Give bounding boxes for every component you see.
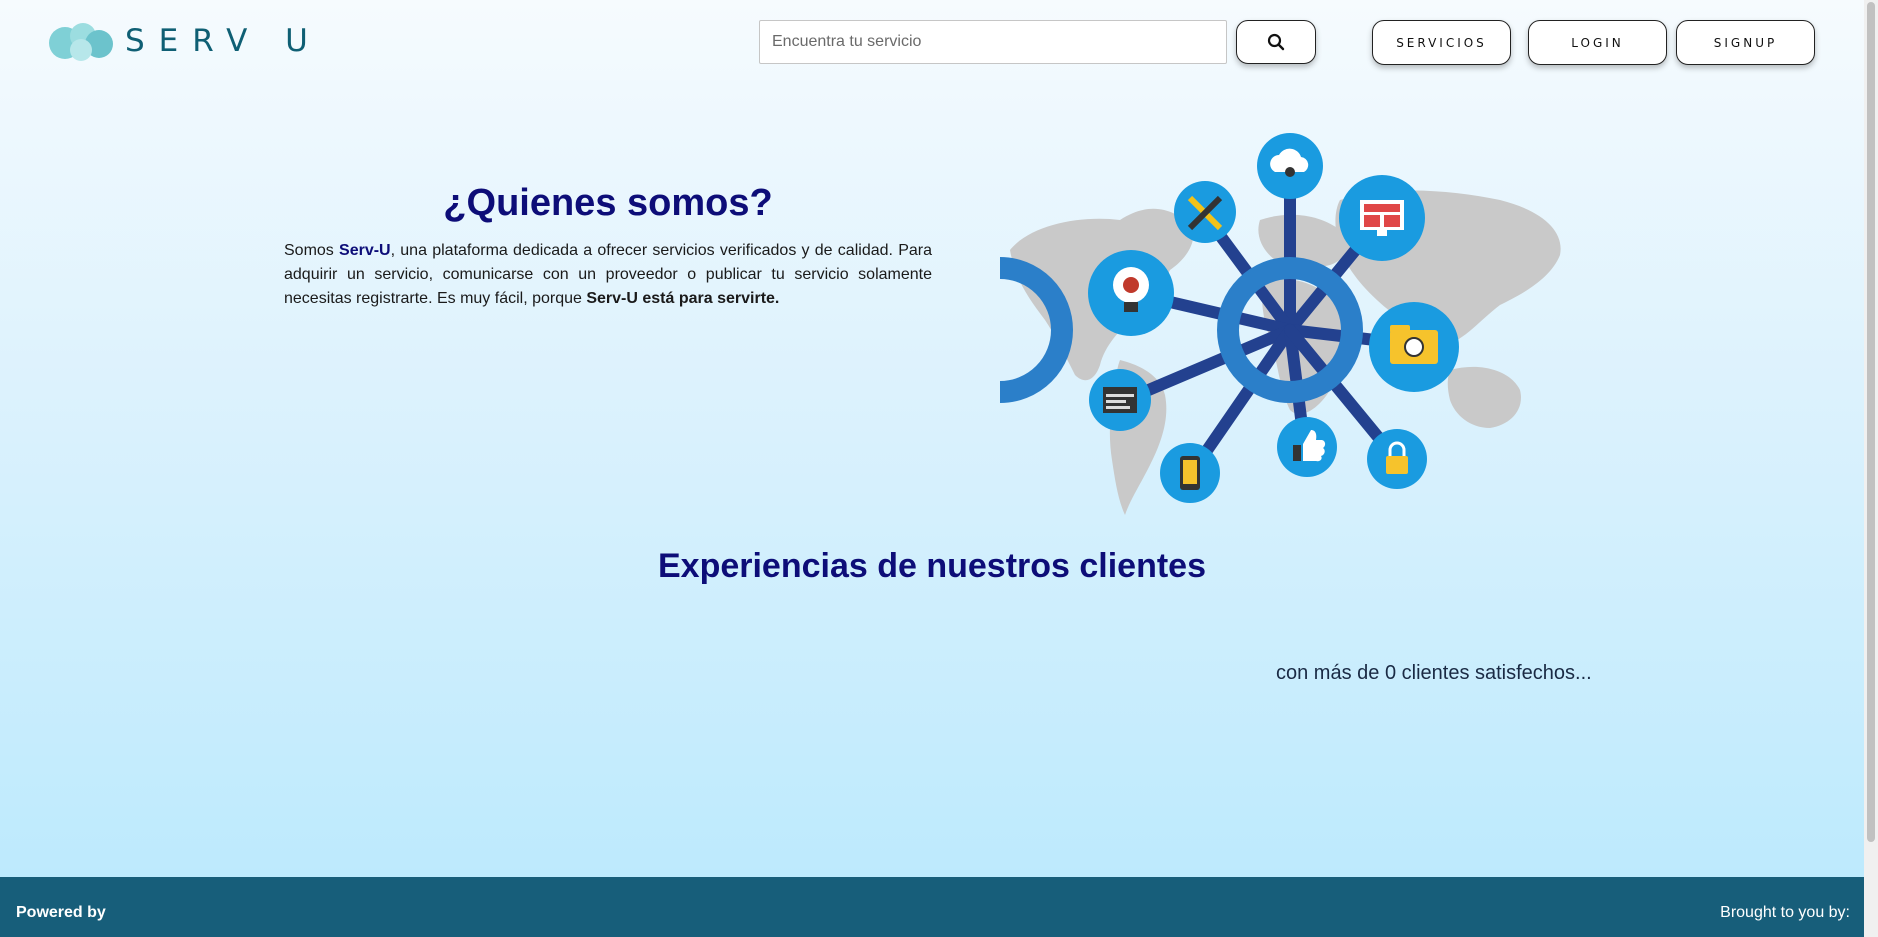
globe-hub-icon (1000, 257, 1073, 403)
page: SERV U SERVICIOS LOGIN SIGNUP ¿Quienes s… (0, 0, 1864, 937)
search-button[interactable] (1236, 20, 1316, 64)
about-text: Somos Serv-U, una plataforma dedicada a … (284, 239, 932, 311)
about-tagline: Serv-U está para servirte. (586, 290, 780, 307)
vertical-scrollbar[interactable] (1864, 0, 1878, 937)
lock-icon (1367, 429, 1427, 489)
services-network-illustration (1000, 133, 1561, 515)
search-icon (1267, 33, 1285, 51)
tools-icon (1174, 181, 1236, 243)
cloud-settings-icon (1257, 133, 1323, 199)
login-button[interactable]: LOGIN (1528, 20, 1667, 65)
thumbs-up-icon (1277, 417, 1337, 477)
footer-powered-by: Powered by (16, 904, 106, 921)
logo-text: SERV U (125, 23, 322, 59)
mobile-phone-icon (1160, 443, 1220, 503)
logo[interactable]: SERV U (47, 20, 322, 62)
scrollbar-thumb[interactable] (1867, 2, 1875, 842)
lightbulb-idea-icon (1088, 250, 1174, 336)
about-brand: Serv-U (339, 242, 391, 259)
about-text-intro: Somos (284, 242, 340, 259)
footer-brought-by: Brought to you by: (1720, 904, 1850, 921)
signup-button[interactable]: SIGNUP (1676, 20, 1815, 65)
servicios-button[interactable]: SERVICIOS (1372, 20, 1511, 65)
about-title: ¿Quienes somos? (443, 182, 773, 224)
website-monitor-icon (1339, 175, 1425, 261)
clients-count-text: con más de 0 clientes satisfechos... (1276, 662, 1592, 684)
search-input[interactable] (759, 20, 1227, 64)
cloud-logo-icon (49, 23, 113, 61)
browser-window-icon (1089, 369, 1151, 431)
experiences-title: Experiencias de nuestros clientes (657, 547, 1207, 585)
folder-icon (1369, 302, 1459, 392)
footer: Powered by Brought to you by: (0, 877, 1864, 937)
